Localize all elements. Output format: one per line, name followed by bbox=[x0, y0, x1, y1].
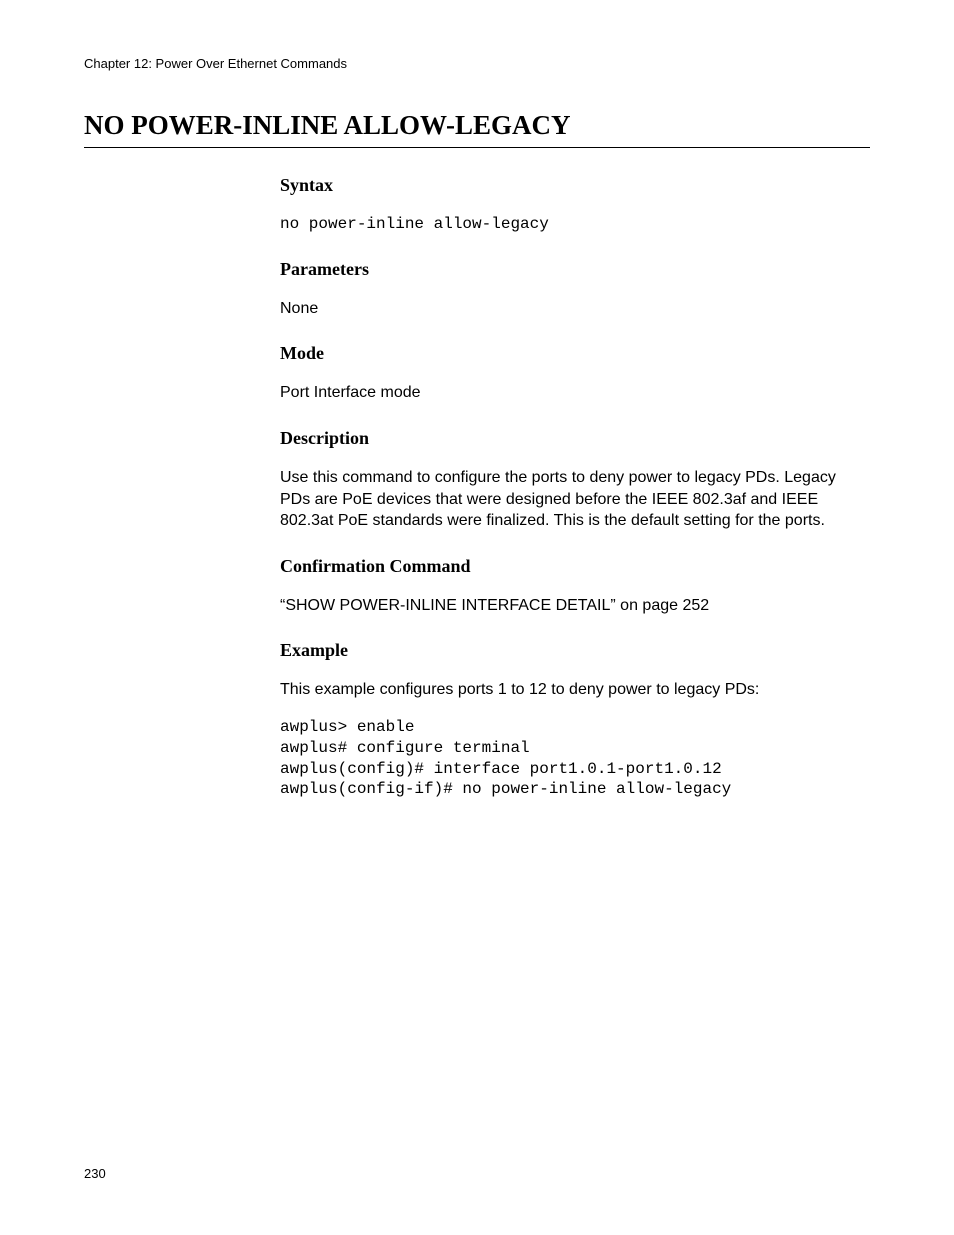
content-area: Syntax no power-inline allow-legacy Para… bbox=[280, 175, 870, 800]
command-title: NO POWER-INLINE ALLOW-LEGACY bbox=[84, 110, 870, 148]
mode-heading: Mode bbox=[280, 343, 870, 364]
page-header: Chapter 12: Power Over Ethernet Commands bbox=[84, 56, 347, 71]
example-intro: This example configures ports 1 to 12 to… bbox=[280, 679, 870, 701]
description-text: Use this command to configure the ports … bbox=[280, 467, 870, 532]
example-heading: Example bbox=[280, 640, 870, 661]
parameters-heading: Parameters bbox=[280, 259, 870, 280]
syntax-code: no power-inline allow-legacy bbox=[280, 214, 870, 235]
title-container: NO POWER-INLINE ALLOW-LEGACY bbox=[84, 110, 870, 148]
description-heading: Description bbox=[280, 428, 870, 449]
page-number: 230 bbox=[84, 1166, 106, 1181]
parameters-text: None bbox=[280, 298, 870, 320]
mode-text: Port Interface mode bbox=[280, 382, 870, 404]
example-code: awplus> enable awplus# configure termina… bbox=[280, 717, 870, 800]
syntax-heading: Syntax bbox=[280, 175, 870, 196]
confirmation-text: “SHOW POWER-INLINE INTERFACE DETAIL” on … bbox=[280, 595, 870, 617]
confirmation-heading: Confirmation Command bbox=[280, 556, 870, 577]
